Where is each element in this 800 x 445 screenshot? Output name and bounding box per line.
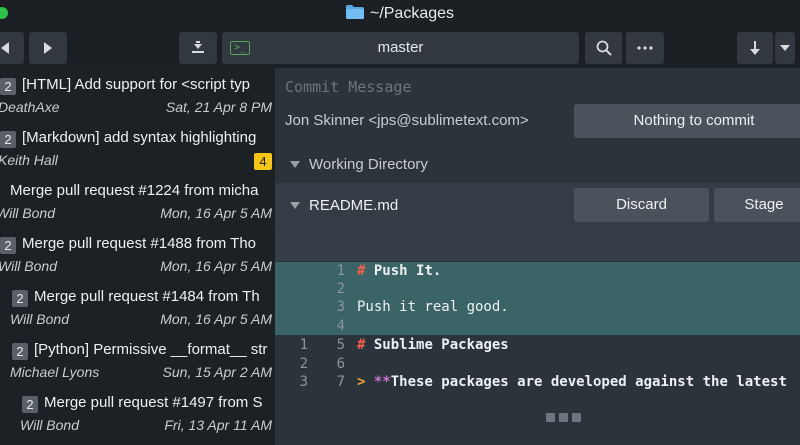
commit-button[interactable]: Nothing to commit [574, 104, 800, 138]
ellipsis-icon [637, 46, 653, 50]
commit-detail-panel: Commit Message Jon Skinner <jps@sublimet… [275, 68, 800, 445]
diff-text: Sublime Packages [365, 337, 509, 353]
commit-date: Fri, 13 Apr 11 AM [164, 417, 272, 433]
commit-author: Michael Lyons [10, 364, 100, 380]
commit-row[interactable]: 2 Merge pull request #1488 from Tho Will… [0, 227, 275, 280]
diff-text: These packages are developed against the… [390, 374, 787, 390]
commit-author-line: Jon Skinner <jps@sublimetext.com> [285, 112, 529, 129]
collapse-triangle-icon[interactable] [290, 202, 300, 209]
commit-row[interactable]: 2 [Python] Permissive __format__ str Mic… [0, 333, 275, 386]
old-line-number: 1 [299, 337, 308, 353]
commit-author: Keith Hall [0, 152, 58, 168]
diff-line: 4 [275, 317, 800, 335]
new-line-number: 7 [336, 374, 345, 390]
stash-button[interactable] [179, 32, 217, 64]
new-line-number: 5 [336, 337, 345, 353]
diff-code: # Sublime Packages [357, 336, 509, 354]
commit-message: Merge pull request #1484 from Th [34, 288, 260, 305]
forward-arrow-icon [44, 42, 52, 54]
commit-author: Will Bond [0, 258, 58, 274]
commit-author: Will Bond [20, 417, 80, 433]
commit-date: Mon, 16 Apr 5 AM [160, 311, 272, 327]
diff-text: Push It. [365, 263, 442, 279]
commit-date: Sat, 21 Apr 8 PM [165, 99, 272, 115]
new-line-number: 6 [336, 356, 345, 372]
arrow-down-icon [750, 41, 760, 55]
toolbar: >_ master [0, 30, 800, 68]
commit-message: [Markdown] add syntax highlighting [22, 129, 257, 146]
new-line-number: 3 [336, 299, 345, 315]
window-title: ~/Packages [0, 5, 800, 23]
diff-text: Push it real good. [357, 299, 509, 315]
back-arrow-icon [1, 42, 9, 54]
search-button[interactable] [585, 32, 622, 64]
folder-icon [345, 5, 364, 19]
file-header: README.md Discard Stage [275, 183, 800, 228]
commit-row[interactable]: 2 Merge pull request #1497 from S Will B… [0, 386, 275, 439]
blockquote-marker: > [357, 374, 374, 390]
chevron-down-icon [780, 45, 790, 51]
commit-message: Merge pull request #1497 from S [44, 394, 263, 411]
diff-line: 3 7 > **These packages are developed aga… [275, 373, 800, 391]
hunk-header [275, 228, 800, 261]
branch-name: master [377, 39, 424, 56]
commit-date: Mon, 16 Apr 5 AM [160, 205, 272, 221]
expand-context-button[interactable] [546, 413, 581, 422]
commit-message: [Python] Permissive __format__ str [34, 341, 268, 358]
discard-button[interactable]: Discard [574, 188, 709, 222]
diff-code: # Push It. [357, 262, 441, 280]
parent-count-badge: 2 [0, 131, 16, 148]
commit-author: DeathAxe [0, 99, 60, 115]
diff-line: 1 5 # Sublime Packages [275, 336, 800, 354]
diff-line: 3 Push it real good. [275, 298, 800, 317]
commit-message: Merge pull request #1488 from Tho [22, 235, 257, 252]
commit-row[interactable]: Merge pull request #1224 from micha Will… [0, 174, 275, 227]
parent-count-badge: 2 [22, 396, 38, 413]
parent-count-badge: 2 [12, 343, 28, 360]
bold-marker: ** [373, 374, 391, 390]
new-line-number: 1 [336, 263, 345, 279]
forward-button[interactable] [29, 32, 67, 64]
stage-button[interactable]: Stage [714, 188, 800, 222]
parent-count-badge: 2 [0, 78, 16, 95]
old-line-number: 2 [299, 356, 308, 372]
commit-author: Will Bond [10, 311, 70, 327]
more-button[interactable] [626, 32, 664, 64]
collapse-triangle-icon[interactable] [290, 161, 300, 168]
window-title-text: ~/Packages [369, 5, 455, 22]
title-bar: ~/Packages [0, 0, 800, 30]
search-icon [596, 40, 612, 56]
commit-list: 2 [HTML] Add support for <script typ Dea… [0, 68, 275, 445]
commit-message-input[interactable]: Commit Message [285, 78, 411, 96]
commit-row[interactable]: 2 [Markdown] add syntax highlighting Kei… [0, 121, 275, 174]
commit-row[interactable]: 2 Merge pull request #1484 from Th Will … [0, 280, 275, 333]
parent-count-badge: 2 [12, 290, 28, 307]
stash-icon [192, 41, 204, 53]
file-count-badge: 4 [254, 153, 272, 170]
commit-message: [HTML] Add support for <script typ [22, 76, 251, 93]
parent-count-badge: 2 [0, 237, 16, 254]
diff-line: 1 # Push It. [275, 262, 800, 280]
back-button[interactable] [0, 32, 24, 64]
branch-selector[interactable]: >_ master [222, 32, 579, 64]
new-line-number: 4 [336, 318, 345, 334]
diff-line: 2 6 [275, 355, 800, 373]
commit-message: Merge pull request #1224 from micha [10, 182, 259, 199]
pull-options-button[interactable] [775, 32, 795, 64]
diff-line: 2 [275, 280, 800, 298]
pull-button[interactable] [737, 32, 773, 64]
old-line-number: 3 [299, 374, 308, 390]
commit-date: Sun, 15 Apr 2 AM [162, 364, 272, 380]
diff-code: > **These packages are developed against… [357, 373, 787, 391]
commit-row[interactable]: 2 [HTML] Add support for <script typ Dea… [0, 68, 275, 121]
commit-author: Will Bond [0, 205, 56, 221]
file-name[interactable]: README.md [309, 197, 398, 214]
commit-date: Mon, 16 Apr 5 AM [160, 258, 272, 274]
new-line-number: 2 [336, 281, 345, 297]
working-directory-header[interactable]: Working Directory [309, 156, 428, 173]
